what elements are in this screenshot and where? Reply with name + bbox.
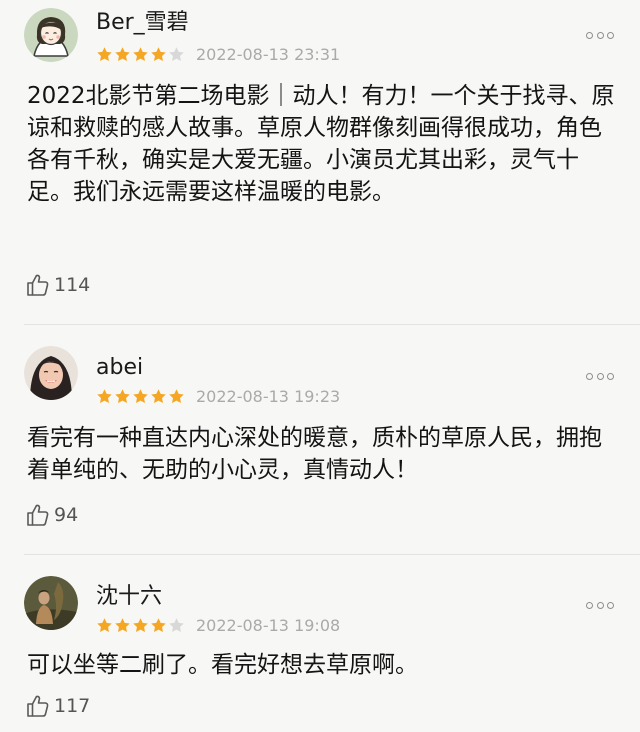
like-count: 94 (54, 504, 79, 526)
timestamp: 2022-08-13 23:31 (196, 44, 341, 64)
more-dots-icon (586, 31, 593, 39)
star-icon (133, 617, 148, 632)
username[interactable]: 沈十六 (96, 584, 162, 610)
star-icon (151, 617, 166, 632)
like-count: 114 (54, 274, 91, 296)
star-icon (169, 388, 184, 403)
review-text: 看完有一种直达内心深处的暖意，质朴的草原人民，拥抱着单纯的、无助的小心灵，真情动… (27, 425, 602, 483)
star-icon (115, 617, 130, 632)
username[interactable]: Ber_雪碧 (96, 10, 189, 36)
review-text: 2022北影节第二场电影｜动人！有力！一个关于找寻、原谅和救赎的感人故事。草原人… (27, 83, 615, 205)
star-rating (96, 46, 186, 63)
star-icon (97, 617, 112, 632)
rating-row: 2022-08-13 23:31 (96, 44, 340, 64)
star-icon (115, 388, 130, 403)
like-button[interactable]: 117 (25, 693, 90, 719)
star-icon (133, 46, 148, 61)
avatar[interactable] (24, 346, 78, 400)
star-icon (151, 46, 166, 61)
more-dots-icon (586, 601, 593, 609)
review-text: 可以坐等二刷了。看完好想去草原啊。 (27, 652, 418, 678)
like-button[interactable]: 94 (25, 502, 78, 528)
more-dots-icon (586, 372, 593, 380)
more-options-button[interactable] (586, 371, 614, 381)
star-icon (151, 388, 166, 403)
star-icon (97, 46, 112, 61)
like-count: 117 (54, 695, 91, 717)
star-rating (96, 617, 186, 634)
timestamp: 2022-08-13 19:23 (196, 386, 341, 406)
rating-row: 2022-08-13 19:23 (96, 386, 340, 406)
thumbs-up-icon (27, 695, 49, 717)
thumbs-up-icon (27, 504, 49, 526)
star-rating (96, 388, 186, 405)
timestamp: 2022-08-13 19:08 (196, 615, 341, 635)
more-options-button[interactable] (586, 600, 614, 610)
star-icon (97, 388, 112, 403)
star-icon (169, 617, 184, 632)
rating-row: 2022-08-13 19:08 (96, 615, 340, 635)
avatar[interactable] (24, 8, 78, 62)
star-icon (115, 46, 130, 61)
like-button[interactable]: 114 (25, 272, 90, 298)
more-options-button[interactable] (586, 30, 614, 40)
divider (24, 324, 640, 325)
thumbs-up-icon (27, 274, 49, 296)
divider (24, 554, 640, 555)
avatar[interactable] (24, 576, 78, 630)
username[interactable]: abei (96, 355, 143, 381)
star-icon (133, 388, 148, 403)
star-icon (169, 46, 184, 61)
